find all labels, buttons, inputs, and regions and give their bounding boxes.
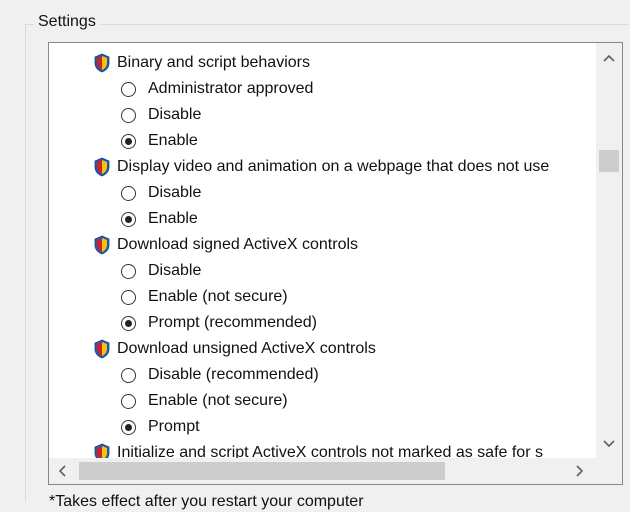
radio-button-icon[interactable] bbox=[121, 107, 136, 123]
setting-option[interactable]: Enable (not secure) bbox=[121, 388, 288, 414]
scroll-up-button[interactable] bbox=[596, 49, 622, 65]
setting-heading-label: Binary and script behaviors bbox=[117, 54, 310, 71]
setting-option[interactable]: Disable bbox=[121, 180, 201, 206]
scroll-right-button[interactable] bbox=[567, 464, 593, 480]
radio-button-icon[interactable] bbox=[121, 81, 136, 97]
security-shield-icon bbox=[93, 235, 111, 255]
security-shield-icon bbox=[93, 157, 111, 177]
setting-option-label[interactable]: Enable bbox=[148, 128, 198, 154]
setting-option[interactable]: Prompt (recommended) bbox=[121, 310, 317, 336]
settings-group-label: Settings bbox=[34, 12, 100, 32]
setting-heading-label: Initialize and script ActiveX controls n… bbox=[117, 444, 543, 459]
radio-button-icon[interactable] bbox=[121, 263, 136, 279]
vertical-scroll-thumb[interactable] bbox=[599, 150, 619, 172]
setting-heading: Download unsigned ActiveX controls bbox=[93, 336, 376, 362]
setting-option[interactable]: Disable bbox=[121, 102, 201, 128]
radio-button-icon[interactable] bbox=[121, 393, 136, 409]
radio-button-selected-icon[interactable] bbox=[121, 419, 136, 435]
radio-button-icon[interactable] bbox=[121, 185, 136, 201]
chevron-right-icon bbox=[576, 465, 584, 477]
restart-footnote: *Takes effect after you restart your com… bbox=[49, 493, 364, 510]
setting-heading: Initialize and script ActiveX controls n… bbox=[93, 440, 543, 459]
scroll-down-button[interactable] bbox=[596, 435, 622, 451]
setting-heading: Binary and script behaviors bbox=[93, 50, 310, 76]
chevron-up-icon bbox=[603, 54, 615, 62]
setting-option[interactable]: Disable bbox=[121, 258, 201, 284]
setting-option[interactable]: Prompt bbox=[121, 414, 200, 440]
setting-option[interactable]: Enable (not secure) bbox=[121, 284, 288, 310]
setting-heading-label: Download unsigned ActiveX controls bbox=[117, 340, 376, 357]
setting-option-label[interactable]: Enable (not secure) bbox=[148, 388, 288, 414]
setting-option-label[interactable]: Disable (recommended) bbox=[148, 362, 319, 388]
setting-option-label[interactable]: Disable bbox=[148, 102, 201, 128]
setting-option-label[interactable]: Disable bbox=[148, 180, 201, 206]
scrollbar-corner bbox=[596, 458, 622, 484]
settings-tree[interactable]: Binary and script behaviors Administrator… bbox=[48, 42, 623, 485]
setting-heading-label: Display video and animation on a webpage… bbox=[117, 158, 550, 175]
setting-option[interactable]: Enable bbox=[121, 128, 198, 154]
scroll-left-button[interactable] bbox=[49, 464, 75, 480]
setting-option-label[interactable]: Prompt bbox=[148, 414, 200, 440]
setting-option[interactable]: Enable bbox=[121, 206, 198, 232]
security-shield-icon bbox=[93, 443, 111, 459]
setting-option[interactable]: Disable (recommended) bbox=[121, 362, 319, 388]
horizontal-scrollbar[interactable] bbox=[49, 458, 597, 484]
chevron-down-icon bbox=[603, 440, 615, 448]
radio-button-icon[interactable] bbox=[121, 367, 136, 383]
horizontal-scroll-thumb[interactable] bbox=[79, 462, 445, 480]
setting-heading: Download signed ActiveX controls bbox=[93, 232, 358, 258]
security-shield-icon bbox=[93, 53, 111, 73]
radio-button-icon[interactable] bbox=[121, 289, 136, 305]
setting-option-label[interactable]: Prompt (recommended) bbox=[148, 310, 317, 336]
vertical-scrollbar[interactable] bbox=[596, 43, 622, 459]
security-shield-icon bbox=[93, 339, 111, 359]
setting-option-label[interactable]: Enable (not secure) bbox=[148, 284, 288, 310]
setting-option-label[interactable]: Enable bbox=[148, 206, 198, 232]
chevron-left-icon bbox=[58, 465, 66, 477]
setting-option-label[interactable]: Administrator approved bbox=[148, 76, 313, 102]
radio-button-selected-icon[interactable] bbox=[121, 133, 136, 149]
settings-tree-content: Binary and script behaviors Administrator… bbox=[49, 43, 597, 459]
radio-button-selected-icon[interactable] bbox=[121, 315, 136, 331]
setting-option[interactable]: Administrator approved bbox=[121, 76, 313, 102]
setting-heading-label: Download signed ActiveX controls bbox=[117, 236, 359, 253]
radio-button-selected-icon[interactable] bbox=[121, 211, 136, 227]
setting-option-label[interactable]: Disable bbox=[148, 258, 201, 284]
setting-heading: Display video and animation on a webpage… bbox=[93, 154, 549, 180]
